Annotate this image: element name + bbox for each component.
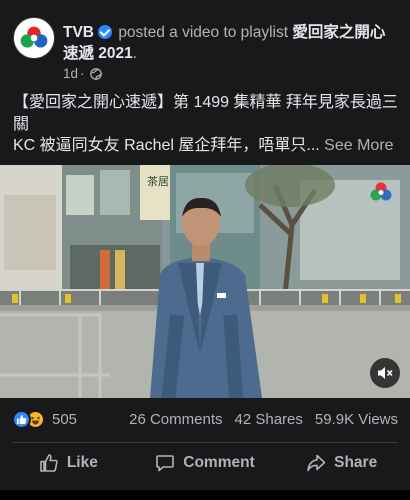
like-label: Like xyxy=(66,454,98,471)
views-count: 59.9K Views xyxy=(314,411,398,428)
comment-icon xyxy=(156,455,175,472)
like-button[interactable]: Like xyxy=(0,443,137,483)
muted-speaker-icon xyxy=(378,367,393,379)
post-action-text: posted a video to playlist xyxy=(118,24,289,41)
comment-label: Comment xyxy=(183,454,255,471)
like-reaction-icon xyxy=(12,410,31,429)
post-header-text: TVB posted a video to playlist 愛回家之開心速遞 … xyxy=(63,22,398,64)
post-timestamp[interactable]: 1d xyxy=(63,66,78,81)
see-more-link[interactable]: See More xyxy=(324,137,393,154)
like-icon xyxy=(40,454,58,472)
post-header: TVB posted a video to playlist 愛回家之開心速遞 … xyxy=(0,0,410,92)
verified-badge-icon xyxy=(98,25,112,39)
post-meta: 1d · xyxy=(63,66,102,81)
post-stats: 505 26 Comments 42 Shares 59.9K Views xyxy=(0,398,410,442)
page-name-link[interactable]: TVB xyxy=(63,24,94,41)
share-button[interactable]: Share xyxy=(273,443,410,483)
comments-count-link[interactable]: 26 Comments xyxy=(129,411,222,428)
video-frame: 茶居 xyxy=(0,165,410,398)
caption-line-2: KC 被逼同女友 Rachel 屋企拜年，唔單只... xyxy=(13,137,320,154)
share-icon xyxy=(307,454,326,472)
globe-icon xyxy=(89,67,102,80)
header-period: . xyxy=(132,45,138,62)
tvb-logo-icon xyxy=(14,18,54,58)
comment-button[interactable]: Comment xyxy=(137,443,274,483)
meta-separator: · xyxy=(80,66,85,81)
share-label: Share xyxy=(334,454,378,471)
shop-sign: 茶居 xyxy=(147,175,169,188)
tvb-avatar[interactable] xyxy=(13,17,55,59)
mute-button[interactable] xyxy=(370,358,400,388)
tvb-watermark-icon xyxy=(368,181,394,203)
shares-count-link[interactable]: 42 Shares xyxy=(235,411,303,428)
bottom-edge xyxy=(0,490,410,500)
caption-line-1: 【愛回家之開心速遞】第 1499 集精華 拜年見家長過三關 xyxy=(13,94,398,133)
post-actions: Like Comment Share xyxy=(0,443,410,483)
reaction-count: 505 xyxy=(52,411,78,428)
post-caption: 【愛回家之開心速遞】第 1499 集精華 拜年見家長過三關 KC 被逼同女友 R… xyxy=(13,92,401,157)
reactions-summary[interactable]: 505 xyxy=(12,410,77,429)
engagement-counts: 26 Comments 42 Shares 59.9K Views xyxy=(129,411,398,428)
video-player[interactable]: 茶居 xyxy=(0,165,410,398)
